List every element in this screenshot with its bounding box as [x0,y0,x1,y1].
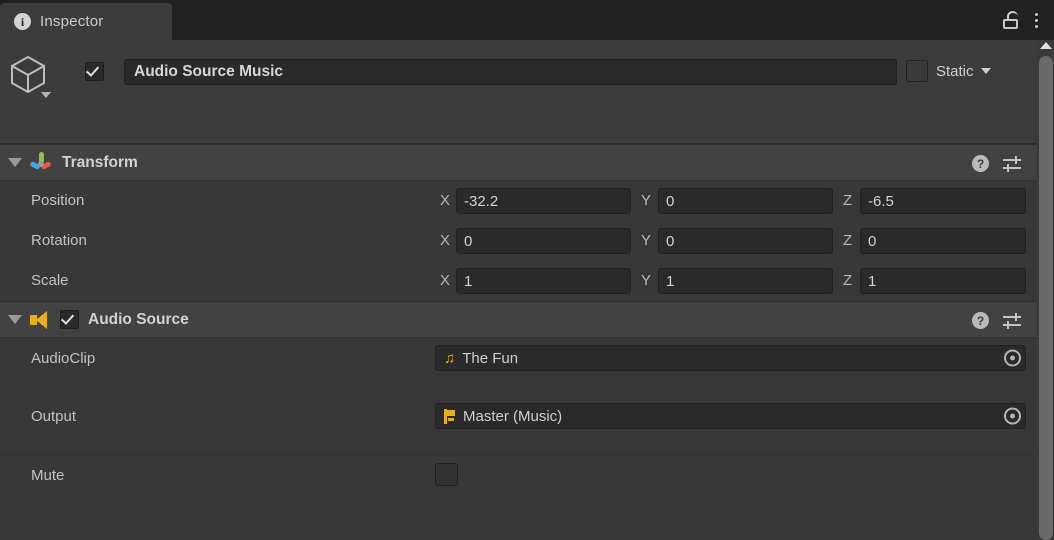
foldout-triangle-icon[interactable] [8,158,22,167]
help-icon[interactable]: ? [972,312,989,329]
gameobject-cube-icon[interactable] [8,54,52,102]
component-tools: ? [972,302,1046,339]
axis-label-z: Z [843,232,852,249]
mute-row: Mute [0,454,1054,499]
unlocked-padlock-icon[interactable] [1003,11,1019,29]
audio-source-enabled-checkbox[interactable] [60,310,79,329]
audio-clip-object-field[interactable]: ♫ The Fun [435,345,1026,371]
audio-clip-row: AudioClip ♫ The Fun [0,338,1054,396]
position-z-input[interactable]: -6.5 [860,188,1026,214]
rotation-y-input[interactable]: 0 [658,228,833,254]
component-header-transform[interactable]: Transform ? [0,144,1054,181]
transform-gizmo-icon [30,152,52,174]
scale-z-input[interactable]: 1 [860,268,1026,294]
axis-label-x: X [440,192,450,209]
output-row: Output Master (Music) [0,396,1054,454]
preset-settings-icon[interactable] [1003,313,1021,329]
rotation-z-input[interactable]: 0 [860,228,1026,254]
axis-label-x: X [440,272,450,289]
gameobject-name-input[interactable]: Audio Source Music [124,59,897,85]
scroll-up-arrow-icon[interactable] [1040,42,1052,49]
scrollbar-thumb[interactable] [1039,56,1053,540]
mute-checkbox[interactable] [435,463,458,486]
axis-label-z: Z [843,272,852,289]
transform-row-position: Position X -32.2 Y 0 Z -6.5 [0,181,1054,221]
gameobject-enabled-checkbox[interactable] [85,62,104,81]
foldout-triangle-icon[interactable] [8,315,22,324]
inspector-window: i Inspector Audio Source Music Sta [0,0,1054,540]
output-object-field[interactable]: Master (Music) [435,403,1026,429]
tabbar-tools [1003,0,1048,40]
component-title-audio-source: Audio Source [88,311,189,329]
rotation-x-input[interactable]: 0 [456,228,631,254]
vertical-scrollbar[interactable] [1037,40,1054,540]
preset-settings-icon[interactable] [1003,156,1021,172]
component-tools: ? [972,145,1046,182]
position-x-input[interactable]: -32.2 [456,188,631,214]
object-picker-icon[interactable] [1004,350,1021,367]
axis-label-y: Y [641,192,651,209]
component-title-transform: Transform [62,154,138,172]
chevron-down-icon[interactable] [41,92,51,98]
row-label: AudioClip [31,350,95,367]
axis-label-x: X [440,232,450,249]
music-note-icon: ♫ [444,351,455,366]
info-icon: i [14,13,31,30]
gameobject-header: Audio Source Music Static Tag Untagged L… [0,40,1054,144]
inspector-tabbar: i Inspector [0,0,1054,40]
transform-row-scale: Scale X 1 Y 1 Z 1 [0,261,1054,301]
help-icon[interactable]: ? [972,155,989,172]
row-label: Scale [31,272,69,289]
scale-x-input[interactable]: 1 [456,268,631,294]
audio-mixer-icon [444,409,456,424]
chevron-down-icon [981,68,991,74]
static-label: Static [936,63,974,80]
axis-label-z: Z [843,192,852,209]
axis-label-y: Y [641,232,651,249]
row-label: Output [31,408,76,425]
object-picker-icon[interactable] [1004,408,1021,425]
speaker-icon [30,311,52,329]
row-label: Mute [31,467,64,484]
static-checkbox[interactable] [906,60,928,82]
scale-y-input[interactable]: 1 [658,268,833,294]
tab-inspector[interactable]: i Inspector [0,3,172,40]
tab-inspector-label: Inspector [40,13,104,30]
kebab-menu-icon[interactable] [1031,11,1042,30]
output-value: Master (Music) [463,408,562,425]
axis-label-y: Y [641,272,651,289]
static-dropdown[interactable]: Static [936,60,991,82]
transform-row-rotation: Rotation X 0 Y 0 Z 0 [0,221,1054,261]
row-label: Position [31,192,84,209]
audio-clip-value: The Fun [462,350,518,367]
component-header-audio-source[interactable]: Audio Source ? [0,301,1054,338]
row-label: Rotation [31,232,87,249]
position-y-input[interactable]: 0 [658,188,833,214]
